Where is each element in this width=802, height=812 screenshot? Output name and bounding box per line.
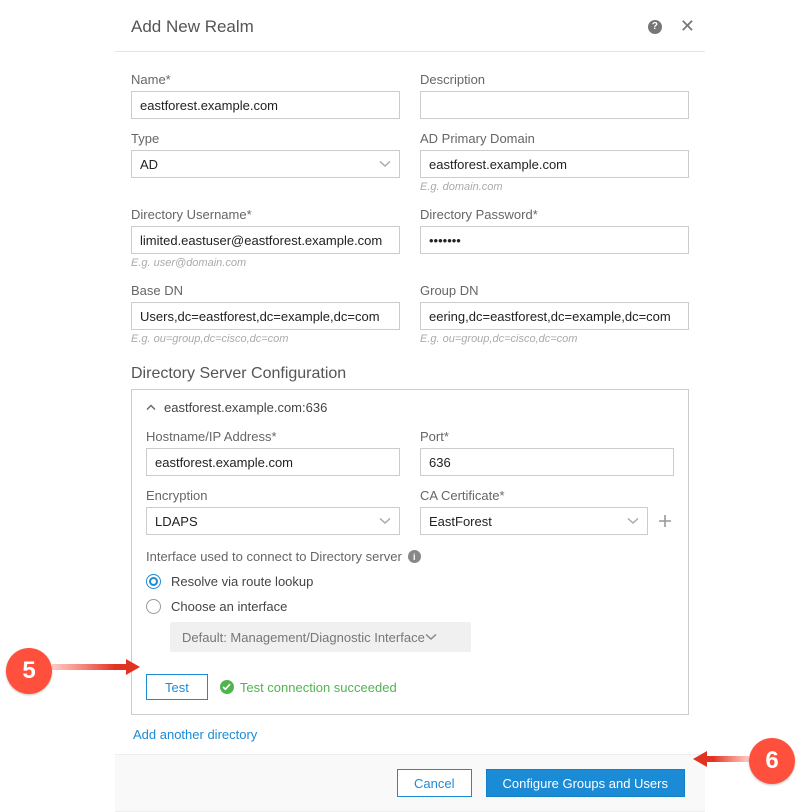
ad-primary-label: AD Primary Domain: [420, 131, 689, 146]
description-input[interactable]: [420, 91, 689, 119]
arrow-icon: [693, 749, 749, 769]
annotation-step-6: 6: [749, 738, 795, 784]
server-panel-title: eastforest.example.com:636: [164, 400, 327, 415]
add-realm-modal: Add New Realm ? ✕ Name* Description Type: [115, 6, 705, 812]
radio-resolve-label: Resolve via route lookup: [171, 574, 313, 589]
ad-primary-hint: E.g. domain.com: [420, 181, 689, 193]
group-dn-label: Group DN: [420, 283, 689, 298]
test-status-text: Test connection succeeded: [240, 680, 397, 695]
interface-select[interactable]: Default: Management/Diagnostic Interface: [170, 622, 471, 652]
chevron-down-icon: [379, 160, 391, 168]
modal-footer: Cancel Configure Groups and Users: [115, 754, 705, 812]
chevron-down-icon: [425, 633, 437, 641]
modal-title: Add New Realm: [131, 17, 648, 37]
radio-choose-interface[interactable]: Choose an interface: [146, 599, 674, 614]
base-dn-hint: E.g. ou=group,dc=cisco,dc=com: [131, 333, 400, 345]
description-label: Description: [420, 72, 689, 87]
server-panel-header[interactable]: eastforest.example.com:636: [146, 396, 674, 423]
name-label: Name*: [131, 72, 400, 87]
radio-resolve-route[interactable]: Resolve via route lookup: [146, 574, 674, 589]
arrow-icon: [52, 657, 140, 677]
chevron-down-icon: [627, 517, 639, 525]
success-icon: [220, 680, 234, 694]
port-input[interactable]: [420, 448, 674, 476]
modal-header: Add New Realm ? ✕: [115, 6, 705, 52]
info-icon[interactable]: i: [408, 550, 421, 563]
cancel-button[interactable]: Cancel: [397, 769, 471, 797]
radio-icon: [146, 599, 161, 614]
modal-body: Name* Description Type AD: [115, 52, 705, 754]
type-select[interactable]: AD: [131, 150, 400, 178]
directory-password-input[interactable]: [420, 226, 689, 254]
ca-cert-select[interactable]: EastForest: [420, 507, 648, 535]
hostname-label: Hostname/IP Address*: [146, 429, 400, 444]
encryption-select-value: LDAPS: [155, 514, 198, 529]
directory-username-input[interactable]: [131, 226, 400, 254]
directory-username-hint: E.g. user@domain.com: [131, 257, 400, 269]
base-dn-input[interactable]: [131, 302, 400, 330]
close-icon[interactable]: ✕: [676, 16, 699, 37]
radio-choose-label: Choose an interface: [171, 599, 287, 614]
ca-cert-select-value: EastForest: [429, 514, 492, 529]
plus-icon: [657, 513, 673, 529]
add-ca-cert-button[interactable]: [656, 512, 674, 530]
interface-select-value: Default: Management/Diagnostic Interface: [182, 630, 425, 645]
add-directory-link[interactable]: Add another directory: [133, 727, 257, 742]
directory-username-label: Directory Username*: [131, 207, 400, 222]
group-dn-hint: E.g. ou=group,dc=cisco,dc=com: [420, 333, 689, 345]
interface-label: Interface used to connect to Directory s…: [146, 549, 402, 564]
configure-button[interactable]: Configure Groups and Users: [486, 769, 685, 797]
group-dn-input[interactable]: [420, 302, 689, 330]
server-panel: eastforest.example.com:636 Hostname/IP A…: [131, 389, 689, 715]
port-label: Port*: [420, 429, 674, 444]
encryption-label: Encryption: [146, 488, 400, 503]
server-section-title: Directory Server Configuration: [131, 365, 689, 383]
name-input[interactable]: [131, 91, 400, 119]
encryption-select[interactable]: LDAPS: [146, 507, 400, 535]
hostname-input[interactable]: [146, 448, 400, 476]
chevron-up-icon: [146, 404, 156, 411]
directory-password-label: Directory Password*: [420, 207, 689, 222]
type-label: Type: [131, 131, 400, 146]
test-button[interactable]: Test: [146, 674, 208, 700]
base-dn-label: Base DN: [131, 283, 400, 298]
annotation-step-5: 5: [6, 648, 52, 694]
help-icon[interactable]: ?: [648, 20, 662, 34]
ca-cert-label: CA Certificate*: [420, 488, 674, 503]
radio-icon: [146, 574, 161, 589]
type-select-value: AD: [140, 157, 158, 172]
chevron-down-icon: [379, 517, 391, 525]
ad-primary-input[interactable]: [420, 150, 689, 178]
